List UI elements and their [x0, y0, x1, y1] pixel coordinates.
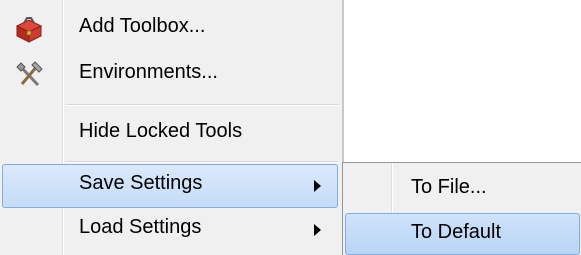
context-menu-stage: Add Toolbox... Environments... Hide Lock…: [0, 0, 581, 255]
menu-item-label: Save Settings: [79, 172, 203, 194]
menu-item-load-settings[interactable]: Load Settings: [2, 208, 338, 252]
menu-separator: [66, 104, 338, 106]
toolbox-icon: [14, 14, 44, 44]
menu-item-label: Hide Locked Tools: [79, 120, 243, 142]
submenu-item-label: To File...: [411, 176, 487, 198]
menu-item-hide-locked-tools[interactable]: Hide Locked Tools: [2, 112, 338, 156]
menu-separator: [66, 161, 338, 163]
menu-item-label: Environments...: [79, 61, 218, 83]
submenu-item-to-default[interactable]: To Default: [345, 213, 580, 255]
hammer-wrench-icon: [14, 60, 44, 90]
submenu-item-to-file[interactable]: To File...: [345, 168, 580, 210]
menu-item-label: Load Settings: [79, 216, 202, 238]
menu-item-save-settings[interactable]: Save Settings: [2, 164, 338, 208]
submenu-arrow-icon: [314, 224, 321, 236]
menu-item-environments[interactable]: Environments...: [2, 53, 338, 97]
submenu-arrow-icon: [314, 180, 321, 192]
save-settings-submenu: To File... To Default: [342, 162, 581, 255]
context-menu: Add Toolbox... Environments... Hide Lock…: [0, 0, 344, 255]
menu-item-add-toolbox[interactable]: Add Toolbox...: [2, 7, 338, 51]
submenu-item-label: To Default: [411, 221, 502, 243]
menu-item-label: Add Toolbox...: [79, 15, 206, 37]
